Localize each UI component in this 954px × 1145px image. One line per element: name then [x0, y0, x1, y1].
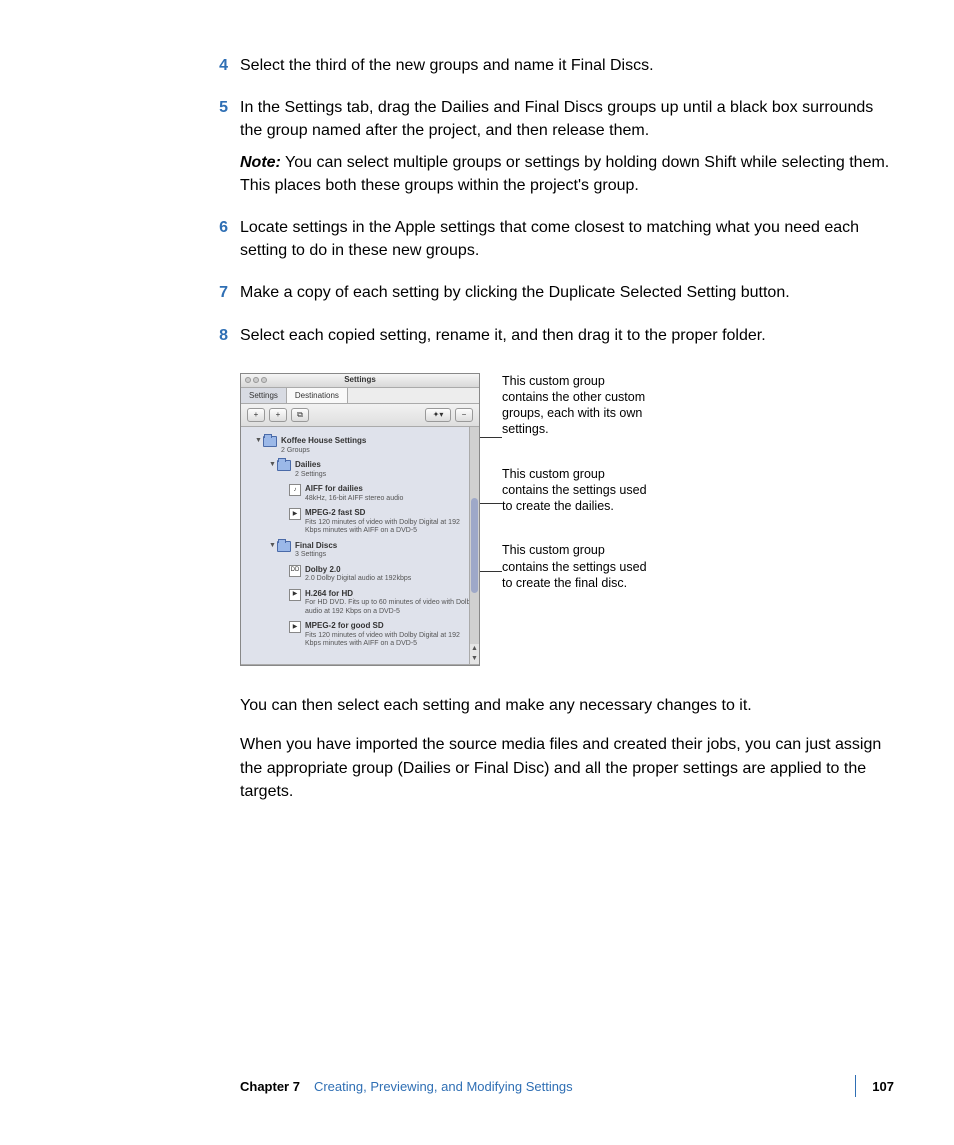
folder-icon [263, 436, 277, 447]
setting-mpeg-fast[interactable]: ▶ MPEG-2 fast SD Fits 120 minutes of vid… [241, 505, 479, 537]
closing-p1: You can then select each setting and mak… [240, 694, 890, 717]
group-title: Final Discs [295, 540, 475, 552]
scroll-down-icon[interactable]: ▼ [470, 654, 479, 664]
closing-paragraphs: You can then select each setting and mak… [240, 694, 890, 803]
step-number: 7 [214, 281, 240, 312]
group-subtitle: 2 Settings [295, 471, 475, 479]
setting-subtitle: 48kHz, 16-bit AIFF stereo audio [305, 495, 475, 503]
group-final-discs[interactable]: ▼ Final Discs 3 Settings [241, 538, 479, 562]
callout-line [480, 437, 502, 438]
duplicate-button[interactable]: ⧉ [291, 408, 309, 422]
footer-separator [855, 1075, 856, 1097]
video-setting-icon: ▶ [289, 621, 301, 633]
callout-line [480, 503, 502, 504]
setting-subtitle: Fits 120 minutes of video with Dolby Dig… [305, 632, 475, 649]
window-titlebar: Settings [241, 374, 479, 388]
step-7: 7 Make a copy of each setting by clickin… [240, 281, 890, 312]
group-subtitle: 2 Groups [281, 447, 475, 455]
scroll-thumb[interactable] [471, 498, 478, 593]
setting-aiff[interactable]: ♪ AIFF for dailies 48kHz, 16-bit AIFF st… [241, 481, 479, 505]
step-body: Select the third of the new groups and n… [240, 54, 890, 85]
tab-settings[interactable]: Settings [241, 388, 287, 404]
footer-page-number: 107 [872, 1079, 894, 1094]
step-body: Select each copied setting, rename it, a… [240, 324, 890, 355]
footer-title: Creating, Previewing, and Modifying Sett… [314, 1079, 839, 1094]
audio-setting-icon: DD [289, 565, 301, 577]
remove-button[interactable]: − [455, 408, 473, 422]
page-footer: Chapter 7 Creating, Previewing, and Modi… [240, 1075, 894, 1097]
footer-chapter: Chapter 7 [240, 1079, 300, 1094]
video-setting-icon: ▶ [289, 589, 301, 601]
step-number: 8 [214, 324, 240, 355]
disclosure-triangle-icon[interactable]: ▼ [269, 540, 277, 551]
step-body: In the Settings tab, drag the Dailies an… [240, 96, 890, 205]
scroll-up-icon[interactable]: ▲ [470, 644, 479, 654]
note-label: Note: [240, 154, 281, 171]
callouts: This custom group contains the other cus… [502, 373, 652, 620]
scrollbar[interactable]: ▲ ▼ [469, 427, 479, 664]
setting-dolby[interactable]: DD Dolby 2.0 2.0 Dolby Digital audio at … [241, 562, 479, 586]
group-title: Koffee House Settings [281, 435, 475, 447]
setting-subtitle: Fits 120 minutes of video with Dolby Dig… [305, 519, 475, 536]
setting-title: Dolby 2.0 [305, 564, 475, 576]
step-number: 6 [214, 216, 240, 270]
folder-icon [277, 460, 291, 471]
setting-subtitle: 2.0 Dolby Digital audio at 192kbps [305, 575, 475, 583]
group-title: Dailies [295, 459, 475, 471]
setting-title: MPEG-2 fast SD [305, 507, 475, 519]
disclosure-triangle-icon[interactable]: ▼ [255, 435, 263, 446]
step-body: Locate settings in the Apple settings th… [240, 216, 890, 270]
group-dailies[interactable]: ▼ Dailies 2 Settings [241, 457, 479, 481]
add-folder-button[interactable]: + [247, 408, 265, 422]
closing-p2: When you have imported the source media … [240, 733, 890, 803]
tab-destinations[interactable]: Destinations [287, 388, 348, 404]
step-5: 5 In the Settings tab, drag the Dailies … [240, 96, 890, 205]
callout-dailies-group: This custom group contains the settings … [502, 466, 652, 515]
callout-line [480, 571, 502, 572]
callout-top-group: This custom group contains the other cus… [502, 373, 652, 438]
step-text: Select the third of the new groups and n… [240, 54, 890, 77]
group-koffee-house[interactable]: ▼ Koffee House Settings 2 Groups [241, 433, 479, 457]
setting-h264[interactable]: ▶ H.264 for HD For HD DVD. Fits up to 60… [241, 586, 479, 618]
step-number: 4 [214, 54, 240, 85]
step-text: In the Settings tab, drag the Dailies an… [240, 96, 890, 142]
callout-final-group: This custom group contains the settings … [502, 542, 652, 591]
audio-setting-icon: ♪ [289, 484, 301, 496]
step-body: Make a copy of each setting by clicking … [240, 281, 890, 312]
setting-subtitle: For HD DVD. Fits up to 60 minutes of vid… [305, 599, 475, 616]
step-text: Make a copy of each setting by clicking … [240, 281, 890, 304]
tab-bar: Settings Destinations [241, 388, 479, 405]
toolbar: + + ⧉ ✦▾ − [241, 404, 479, 427]
setting-title: H.264 for HD [305, 588, 475, 600]
settings-tree: ▼ Koffee House Settings 2 Groups ▼ Daili… [241, 427, 479, 665]
video-setting-icon: ▶ [289, 508, 301, 520]
step-text: Locate settings in the Apple settings th… [240, 216, 890, 262]
window-title: Settings [241, 374, 479, 386]
step-note: Note: You can select multiple groups or … [240, 151, 890, 197]
folder-icon [277, 541, 291, 552]
step-6: 6 Locate settings in the Apple settings … [240, 216, 890, 270]
step-8: 8 Select each copied setting, rename it,… [240, 324, 890, 355]
settings-panel: Settings Settings Destinations + + ⧉ ✦▾ … [240, 373, 480, 667]
step-number: 5 [214, 96, 240, 205]
step-text: Select each copied setting, rename it, a… [240, 324, 890, 347]
setting-mpeg-good[interactable]: ▶ MPEG-2 for good SD Fits 120 minutes of… [241, 618, 479, 650]
setting-title: AIFF for dailies [305, 483, 475, 495]
disclosure-triangle-icon[interactable]: ▼ [269, 459, 277, 470]
action-menu-button[interactable]: ✦▾ [425, 408, 451, 422]
add-setting-button[interactable]: + [269, 408, 287, 422]
step-4: 4 Select the third of the new groups and… [240, 54, 890, 85]
note-text: You can select multiple groups or settin… [240, 154, 889, 194]
setting-title: MPEG-2 for good SD [305, 620, 475, 632]
group-subtitle: 3 Settings [295, 551, 475, 559]
